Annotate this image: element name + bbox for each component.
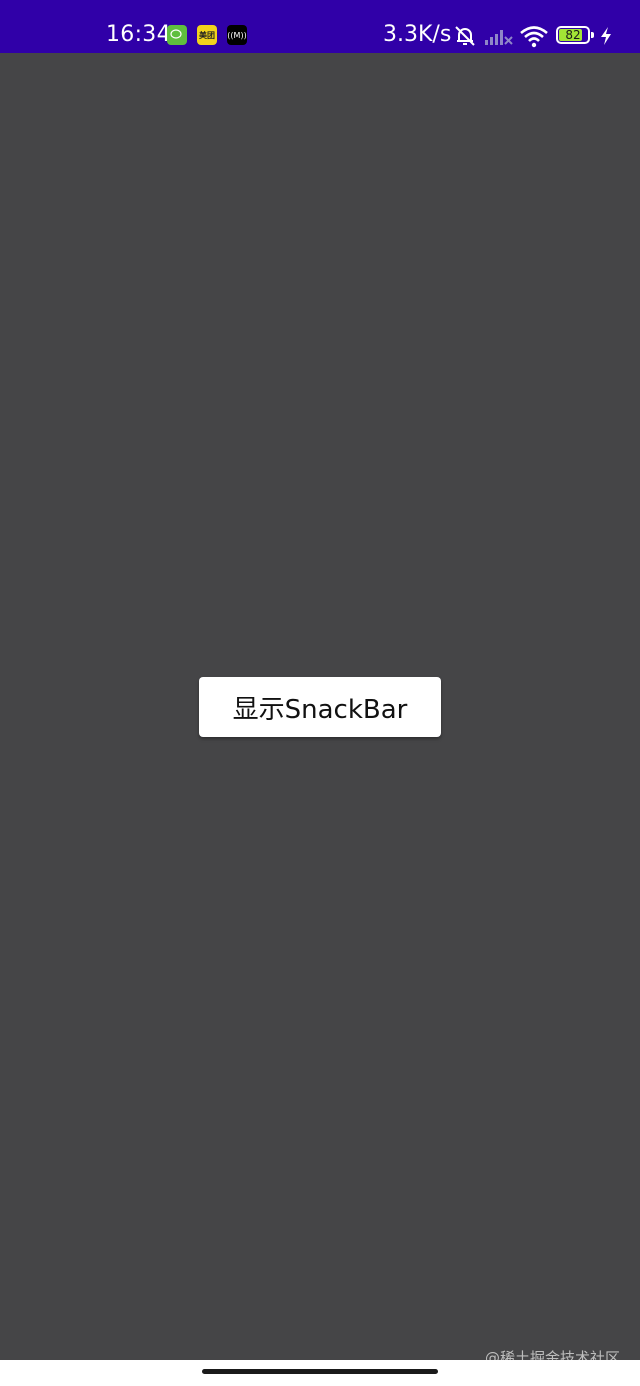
status-time: 16:34 <box>106 22 171 47</box>
show-snackbar-button[interactable]: 显示SnackBar <box>199 677 441 737</box>
navigation-bar <box>0 1360 640 1386</box>
meituan-icon: 美团 <box>197 25 217 45</box>
network-speed: 3.3K/s <box>383 22 452 47</box>
wechat-icon <box>167 25 187 45</box>
battery-icon: 82 <box>556 26 594 46</box>
status-bar: 16:34 美团 ((M)) 3.3K/s 82 <box>0 0 640 53</box>
music-icon: ((M)) <box>227 25 247 45</box>
charging-icon <box>601 27 611 45</box>
cell-signal-icon <box>485 30 513 45</box>
wifi-icon <box>520 26 548 48</box>
home-indicator[interactable] <box>202 1369 438 1374</box>
battery-level: 82 <box>565 28 581 42</box>
mute-bell-icon <box>455 26 475 46</box>
